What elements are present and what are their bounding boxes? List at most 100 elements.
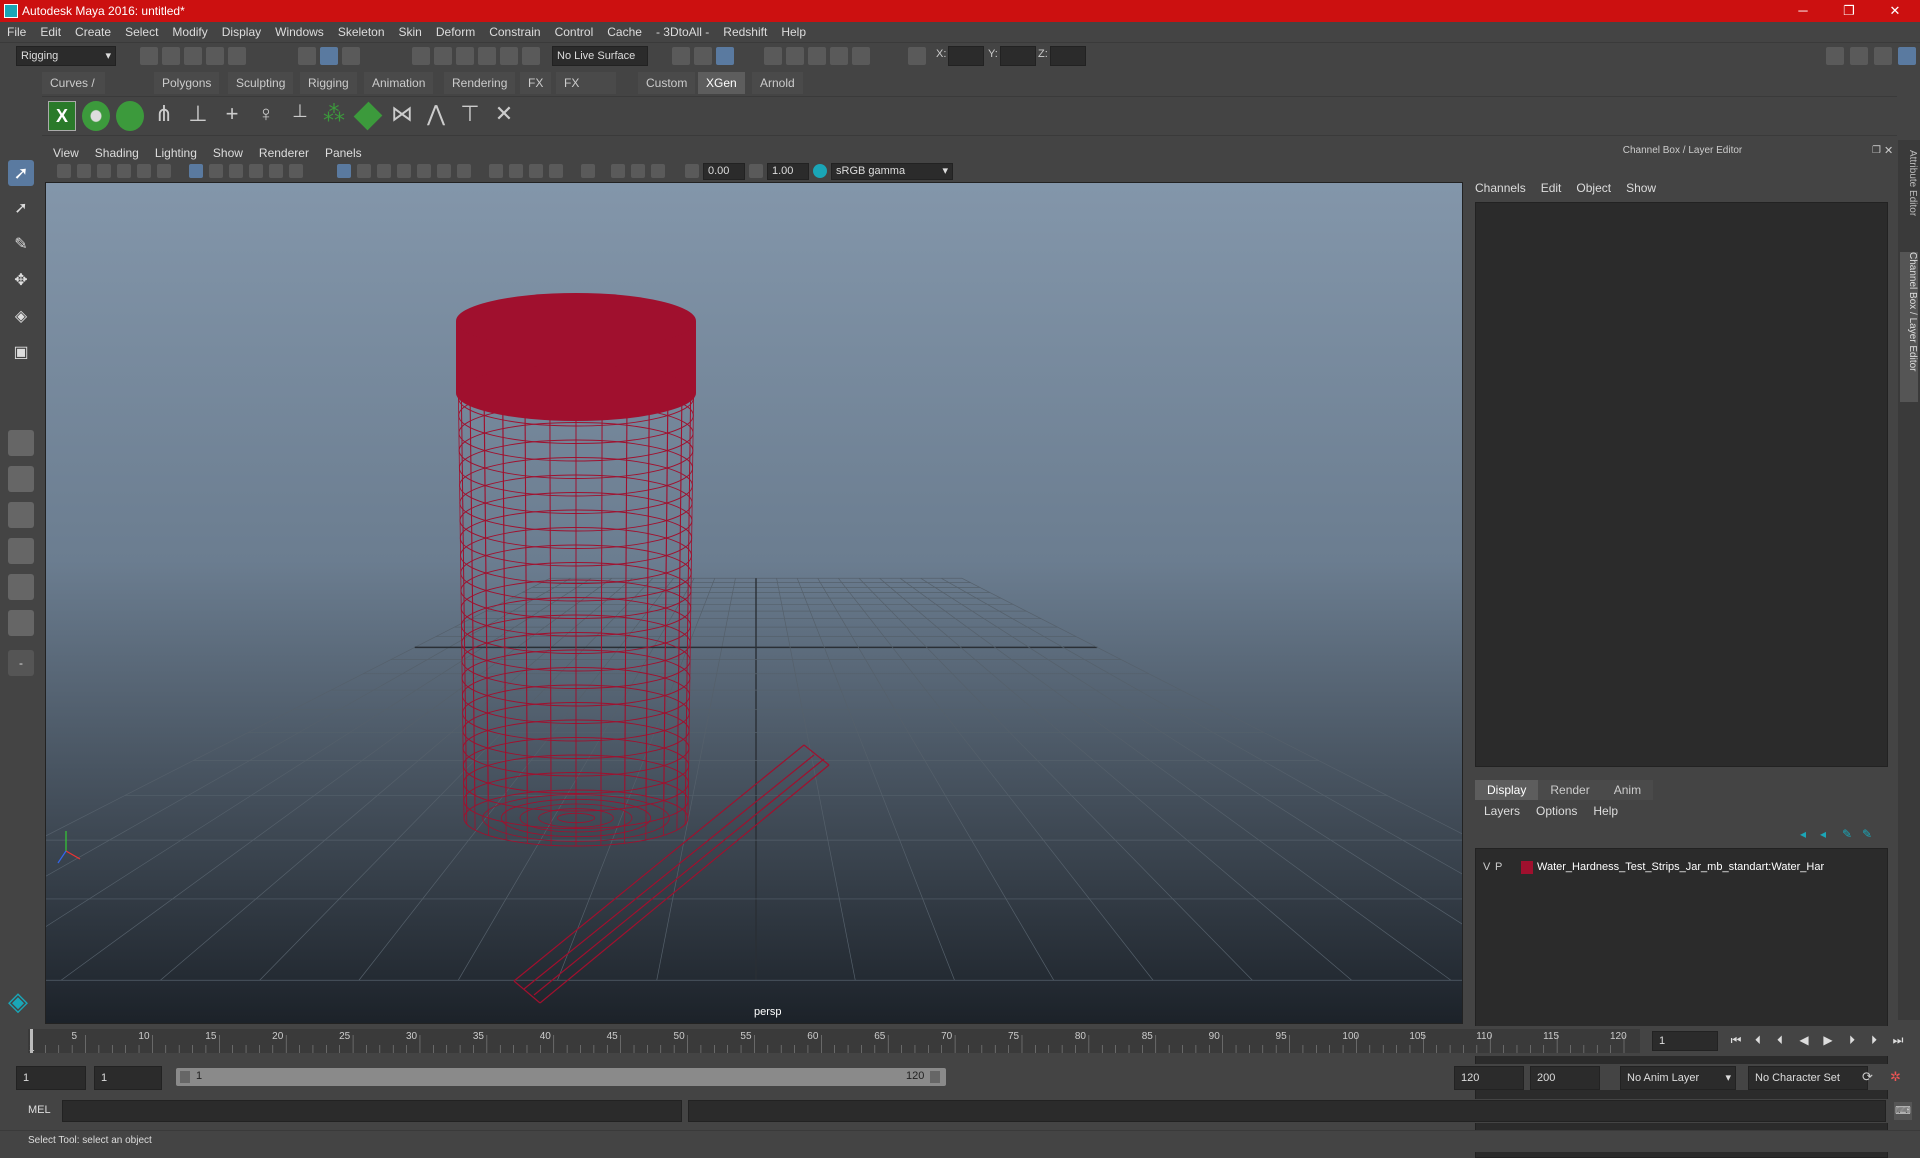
redo-icon[interactable] [228,47,246,65]
shelf-tab-rigging[interactable]: Rigging [300,72,357,94]
render-settings-icon[interactable] [830,47,848,65]
menu-3dtoall[interactable]: - 3DtoAll - [649,22,716,43]
layer-tab-anim[interactable]: Anim [1601,780,1654,800]
layout-hypershade-icon[interactable] [8,610,34,636]
character-set-dropdown[interactable]: No Character Set [1748,1066,1868,1090]
xgen-lock-icon[interactable]: ⊥ [286,101,314,131]
move-tool-icon[interactable]: ✥ [8,268,34,294]
command-input[interactable] [62,1100,682,1122]
shelf-tab-curves-surfaces[interactable]: Curves / Surfaces [42,72,106,112]
z-field[interactable] [1050,46,1086,66]
menu-windows[interactable]: Windows [268,22,331,43]
select-object-icon[interactable] [320,47,338,65]
input-ops-icon[interactable] [672,47,690,65]
resolution-gate-icon[interactable] [229,164,243,178]
depth-of-field-icon[interactable] [549,164,563,178]
construction-history-icon[interactable] [716,47,734,65]
channel-box-toggle-icon[interactable] [1898,47,1916,65]
go-to-start-icon[interactable]: ⏮ [1728,1032,1744,1048]
playback-end-field[interactable]: 120 [1454,1066,1524,1090]
menu-redshift[interactable]: Redshift [716,22,774,43]
xgen-grass-icon[interactable]: ⁂ [320,101,348,131]
auto-key-icon[interactable]: ⟳ [1862,1069,1873,1085]
range-end-handle[interactable] [930,1071,940,1083]
shelf-tab-sculpting[interactable]: Sculpting [228,72,294,94]
modeling-toolkit-icon[interactable] [1826,47,1844,65]
script-editor-icon[interactable]: ⌨ [1894,1102,1912,1120]
xgen-comb-icon[interactable]: ⋀ [422,101,450,131]
scale-tool-icon[interactable]: ▣ [8,340,34,366]
safe-action-icon[interactable] [289,164,303,178]
output-ops-icon[interactable] [694,47,712,65]
viewport-menu-show[interactable]: Show [205,143,251,163]
perspective-viewport[interactable]: persp [45,182,1463,1024]
menu-create[interactable]: Create [68,22,118,43]
xgen-remove-icon[interactable]: ✕ [490,101,518,131]
layout-single-icon[interactable] [8,430,34,456]
close-panel-icon[interactable]: ✕ [1884,144,1893,157]
step-forward-key-icon[interactable]: ⏵ [1866,1032,1882,1048]
select-hierarchy-icon[interactable] [298,47,316,65]
xgen-preview-icon[interactable] [82,101,110,131]
move-layer-up-icon[interactable]: ◂ [1800,827,1806,841]
shelf-tab-xgen[interactable]: XGen [698,72,745,94]
layout-persp-graph-icon[interactable] [8,538,34,564]
xgen-editor-icon[interactable]: X [48,101,76,131]
time-slider-track[interactable]: 5 10 15 20 25 30 35 40 45 50 55 60 65 70 75 80 85 90 95 100… [28,1029,1640,1054]
maximize-button[interactable]: ❐ [1826,0,1872,22]
animation-prefs-icon[interactable]: ✲ [1890,1069,1901,1085]
snap-point-icon[interactable] [456,47,474,65]
viewport-menu-panels[interactable]: Panels [317,143,370,163]
layout-four-icon[interactable] [8,466,34,492]
channel-box-menu-object[interactable]: Object [1576,181,1611,195]
snap-magnet-icon[interactable] [522,47,540,65]
xgen-layers-icon[interactable] [353,101,383,131]
live-surface-field[interactable]: No Live Surface [552,46,648,66]
anim-layer-dropdown[interactable]: No Anim Layer ▾ [1620,1066,1736,1090]
y-field[interactable] [1000,46,1036,66]
current-frame-field[interactable]: 1 [1652,1031,1718,1051]
channel-box-menu-edit[interactable]: Edit [1541,181,1562,195]
channel-box-side-tab[interactable]: Channel Box / Layer Editor [1900,252,1918,402]
float-panel-icon[interactable]: ❐ [1872,145,1881,156]
play-forward-icon[interactable]: ▶ [1820,1032,1836,1048]
viewport-menu-renderer[interactable]: Renderer [251,143,317,163]
layer-row[interactable]: V P Water_Hardness_Test_Strips_Jar_mb_st… [1481,859,1881,877]
shelf-tab-fx-caching[interactable]: FX Caching [556,72,617,112]
ipr-render-icon[interactable] [808,47,826,65]
field-chart-icon[interactable] [269,164,283,178]
step-back-frame-icon[interactable]: ⏴ [1772,1032,1788,1048]
paint-select-icon[interactable]: ✎ [8,232,34,258]
xgen-guide-plus-icon[interactable]: + [218,101,246,131]
shelf-tab-fx[interactable]: FX [520,72,552,94]
close-button[interactable]: ✕ [1872,0,1918,22]
open-scene-icon[interactable] [162,47,180,65]
shelf-tab-rendering[interactable]: Rendering [444,72,516,94]
grease-pencil-icon[interactable] [157,164,171,178]
xray-icon[interactable] [611,164,625,178]
channel-box-menu-show[interactable]: Show [1626,181,1656,195]
xgen-cut-icon[interactable]: ⊤ [456,101,484,131]
new-layer-icon[interactable]: ✎ [1842,827,1852,841]
menu-file[interactable]: File [0,22,33,43]
shelf-tab-polygons[interactable]: Polygons [154,72,220,94]
menu-set-dropdown[interactable]: Rigging ▾ [16,46,116,66]
render-current-icon[interactable] [786,47,804,65]
step-forward-frame-icon[interactable]: ⏵ [1844,1032,1860,1048]
film-gate-icon[interactable] [209,164,223,178]
scene-end-field[interactable]: 200 [1530,1066,1600,1090]
snap-view-icon[interactable] [478,47,496,65]
new-scene-icon[interactable] [140,47,158,65]
textured-icon[interactable] [417,164,431,178]
xgen-guide-select-icon[interactable]: ♀ [252,101,280,131]
gate-mask-icon[interactable] [249,164,263,178]
anti-aliasing-icon[interactable] [529,164,543,178]
layout-two-icon[interactable] [8,502,34,528]
select-tool-icon[interactable]: ➚ [8,160,34,186]
two-d-pan-icon[interactable] [137,164,151,178]
menu-modify[interactable]: Modify [165,22,214,43]
menu-display[interactable]: Display [215,22,268,43]
minimize-button[interactable]: ─ [1780,0,1826,22]
snap-surface-icon[interactable] [500,47,518,65]
layer-menu-layers[interactable]: Layers [1484,804,1520,818]
